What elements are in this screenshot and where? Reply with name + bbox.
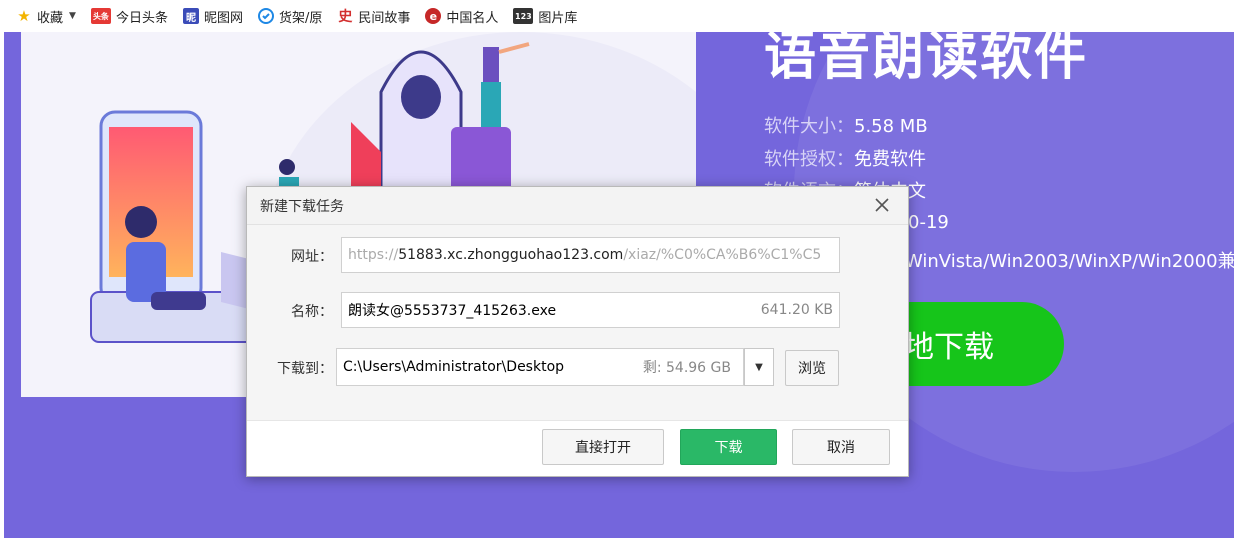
new-download-dialog: 新建下载任务 网址： https://51883.xc.zhongguohao1…: [246, 186, 909, 477]
bookmark-label: 图片库: [538, 10, 578, 26]
file-name-field[interactable]: 朗读女@5553737_415263.exe 641.20 KB: [341, 292, 840, 328]
gallery-icon: 123: [513, 8, 534, 24]
bookmark-toutiao[interactable]: 头条 今日头条: [90, 7, 168, 26]
save-path-field[interactable]: C:\Users\Administrator\Desktop 剩: 54.96 …: [336, 348, 744, 386]
file-name: 朗读女@5553737_415263.exe: [348, 303, 557, 319]
info-value: 5.58 MB: [854, 116, 928, 137]
free-space: 剩: 54.96 GB: [638, 357, 731, 377]
close-icon[interactable]: [872, 195, 892, 215]
bookmark-gallery[interactable]: 123 图片库: [513, 7, 577, 26]
url-label: 网址：: [291, 249, 333, 265]
star-icon: ★: [17, 7, 31, 25]
celebrity-icon: e: [425, 8, 442, 24]
info-value: WinVista/Win2003/WinXP/Win2000兼容: [905, 251, 1234, 272]
bookmark-favorites[interactable]: ★ 收藏 ▼: [16, 7, 76, 26]
bookmark-label: 民间故事: [358, 10, 411, 26]
path-dropdown[interactable]: ▼: [744, 348, 774, 386]
browse-button[interactable]: 浏览: [785, 350, 839, 386]
bookmark-label: 收藏: [37, 10, 64, 26]
info-license: 软件授权：免费软件: [764, 145, 926, 171]
info-platform: WinVista/Win2003/WinXP/Win2000兼容: [905, 247, 1234, 273]
bookmarks-bar: ★ 收藏 ▼ 头条 今日头条 昵 昵图网 货架/原 史 民间故事 e 中国名人 …: [0, 0, 1234, 32]
url-path: /xiaz/%C0%CA%B6%C1%C5: [623, 247, 822, 263]
chevron-down-icon: ▼: [755, 361, 763, 373]
open-directly-button[interactable]: 直接打开: [542, 429, 664, 465]
bookmark-label: 昵图网: [203, 10, 243, 26]
info-key: 软件大小：: [764, 116, 854, 137]
page-edge: [0, 32, 4, 538]
bookmark-label: 中国名人: [446, 10, 499, 26]
url-host: 51883.xc.zhongguohao123.com: [398, 247, 624, 263]
info-date: 0-19: [908, 212, 949, 233]
cancel-button[interactable]: 取消: [792, 429, 890, 465]
info-key: 软件授权：: [764, 149, 854, 170]
toutiao-icon: 头条: [90, 8, 111, 24]
bookmark-celebrities[interactable]: e 中国名人: [425, 7, 498, 26]
url-field[interactable]: https://51883.xc.zhongguohao123.com/xiaz…: [341, 237, 840, 273]
name-label: 名称：: [291, 304, 333, 320]
dialog-header: 新建下载任务: [247, 187, 908, 225]
info-size: 软件大小：5.58 MB: [764, 112, 928, 138]
dialog-title: 新建下载任务: [260, 198, 344, 215]
bookmark-label: 货架/原: [278, 10, 323, 26]
bookmark-shelf[interactable]: 货架/原: [257, 7, 323, 26]
dialog-body: 网址： https://51883.xc.zhongguohao123.com /…: [247, 225, 908, 420]
download-button[interactable]: 下载: [680, 429, 777, 465]
chevron-down-icon[interactable]: ▼: [69, 11, 76, 21]
file-size: 641.20 KB: [756, 302, 833, 318]
nipic-icon: 昵: [182, 8, 199, 24]
save-path: C:\Users\Administrator\Desktop: [343, 359, 565, 375]
page-title: 语音朗读软件: [764, 32, 1089, 87]
info-value: 免费软件: [854, 149, 926, 170]
save-to-label: 下载到：: [277, 361, 333, 377]
dialog-footer: 直接打开 下载 取消: [247, 420, 908, 476]
bookmark-nipic[interactable]: 昵 昵图网: [182, 7, 243, 26]
info-value: 0-19: [908, 212, 949, 233]
url-prefix: https://: [348, 247, 399, 263]
shield-icon: [257, 8, 274, 24]
story-icon: 史: [338, 9, 353, 25]
bookmark-folk-stories[interactable]: 史 民间故事: [337, 7, 410, 26]
bookmark-label: 今日头条: [115, 10, 168, 26]
